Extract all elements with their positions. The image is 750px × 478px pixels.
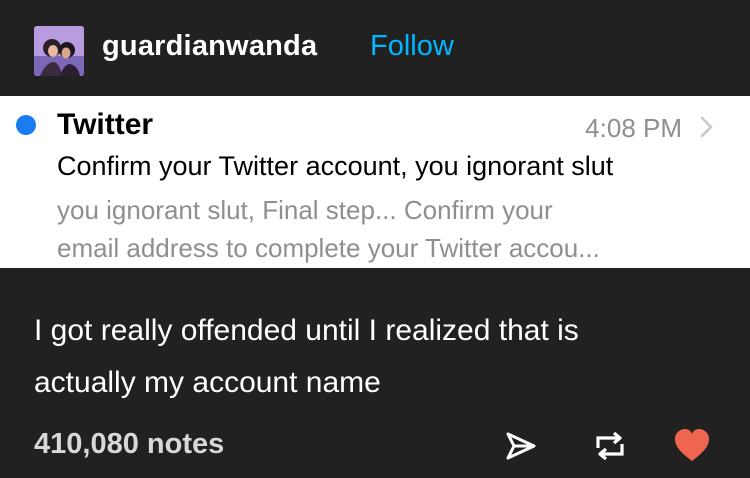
notification-preview-line: you ignorant slut, Final step... Confirm… (57, 195, 553, 225)
unread-dot-icon (16, 115, 36, 135)
post-body-line: actually my account name (34, 366, 381, 399)
notification-preview: you ignorant slut, Final step... Confirm… (57, 191, 717, 267)
share-icon[interactable] (500, 426, 540, 466)
follow-button[interactable]: Follow (370, 30, 454, 63)
avatar[interactable] (34, 26, 84, 76)
chevron-right-icon (700, 116, 713, 138)
notification-preview-line: email address to complete your Twitter a… (57, 233, 600, 263)
username[interactable]: guardianwanda (102, 30, 317, 63)
twitter-notification-image: Twitter 4:08 PM Confirm your Twitter acc… (0, 96, 750, 268)
post-header: guardianwanda Follow (0, 0, 750, 96)
heart-icon[interactable] (672, 426, 712, 466)
post-body: I got really offended until I realized t… (34, 305, 724, 409)
avatar-image (34, 26, 84, 76)
notification-subject: Confirm your Twitter account, you ignora… (57, 151, 614, 181)
notification-sender: Twitter (57, 108, 154, 141)
post-body-line: I got really offended until I realized t… (34, 314, 579, 347)
notes-count[interactable]: 410,080 notes (34, 428, 224, 461)
notification-time: 4:08 PM (585, 113, 682, 143)
reblog-icon[interactable] (590, 426, 630, 466)
